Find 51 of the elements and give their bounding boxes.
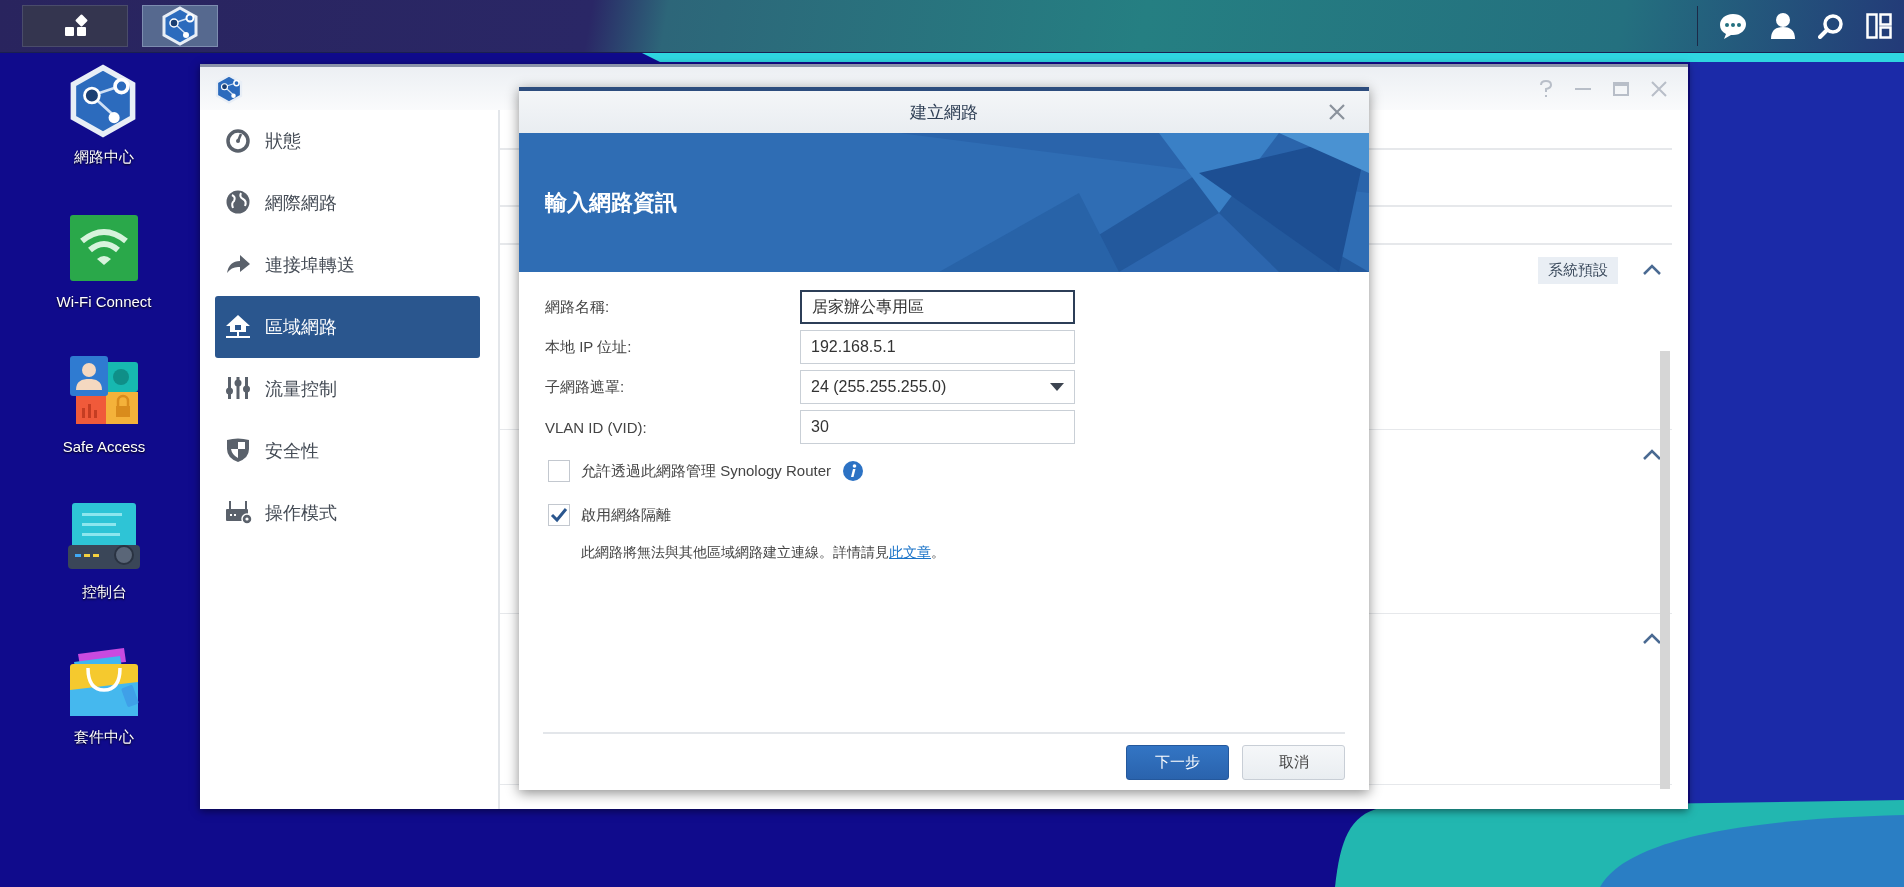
network-name-field[interactable]: 居家辦公專用區 xyxy=(800,290,1075,324)
next-button[interactable]: 下一步 xyxy=(1126,744,1229,780)
cancel-button[interactable]: 取消 xyxy=(1242,744,1345,780)
tag-label: 系統預設 xyxy=(1538,256,1618,284)
ip-address-field[interactable]: 192.168.5.1 xyxy=(800,330,1075,364)
sidebar-item[interactable]: 網際網路 xyxy=(215,172,480,234)
app-label: 控制台 xyxy=(81,583,127,602)
article-link[interactable]: 此文章 xyxy=(889,544,931,560)
router-gear-icon xyxy=(225,499,253,527)
checkmark-icon xyxy=(550,507,568,523)
sidebar-item[interactable]: 狀態 xyxy=(215,110,480,172)
widgets-icon[interactable] xyxy=(1866,13,1892,39)
checkbox[interactable] xyxy=(548,460,570,482)
sidebar-item[interactable]: 安全性 xyxy=(215,420,480,482)
app-label: 網路中心 xyxy=(74,148,134,167)
checkbox[interactable] xyxy=(548,504,570,526)
close-button[interactable] xyxy=(1327,102,1347,122)
app-label: Safe Access xyxy=(62,438,146,455)
user-icon[interactable] xyxy=(1770,12,1796,40)
chat-icon[interactable] xyxy=(1718,12,1748,40)
gauge-icon xyxy=(225,127,253,155)
search-icon[interactable] xyxy=(1818,13,1844,39)
grid-icon xyxy=(62,14,88,38)
isolation-note: 此網路將無法與其他區域網路建立連線。詳情請見此文章。 xyxy=(580,544,946,562)
field-label: 本地 IP 位址: xyxy=(545,337,633,357)
house-icon xyxy=(225,313,253,341)
info-icon[interactable] xyxy=(842,460,865,482)
app-label: Wi-Fi Connect xyxy=(56,293,152,310)
field-label: VLAN ID (VID): xyxy=(545,418,648,436)
chevron-up-icon[interactable] xyxy=(1642,448,1662,462)
dialog-title: 建立網路 xyxy=(910,101,978,124)
chevron-up-icon[interactable] xyxy=(1642,263,1662,277)
banner-heading: 輸入網路資訊 xyxy=(545,188,677,217)
close-icon xyxy=(1327,102,1347,122)
checkbox-label: 啟用網絡隔離 xyxy=(581,505,671,525)
caret-icon xyxy=(1050,383,1064,391)
hexagon-network-icon xyxy=(214,73,244,104)
sidebar-item[interactable]: 區域網路 xyxy=(215,296,480,358)
subnet-mask-dropdown[interactable]: 24 (255.255.255.0) xyxy=(800,370,1075,404)
sidebar-item[interactable]: 連接埠轉送 xyxy=(215,234,480,296)
scrollbar[interactable] xyxy=(1660,351,1670,789)
field-label: 子網路遮罩: xyxy=(545,377,626,397)
taskbar-button[interactable] xyxy=(22,5,128,47)
field-label: 網路名稱: xyxy=(545,297,611,317)
vlan-id-field[interactable]: 30 xyxy=(800,410,1075,444)
chevron-up-icon[interactable] xyxy=(1642,632,1662,646)
sidebar-item[interactable]: 流量控制 xyxy=(215,358,480,420)
hexagon-network-icon xyxy=(160,6,200,46)
checkbox-label: 允許透過此網路管理 Synology Router xyxy=(581,461,832,481)
sidebar-item[interactable]: 操作模式 xyxy=(215,482,480,544)
app-label: 套件中心 xyxy=(74,728,134,747)
